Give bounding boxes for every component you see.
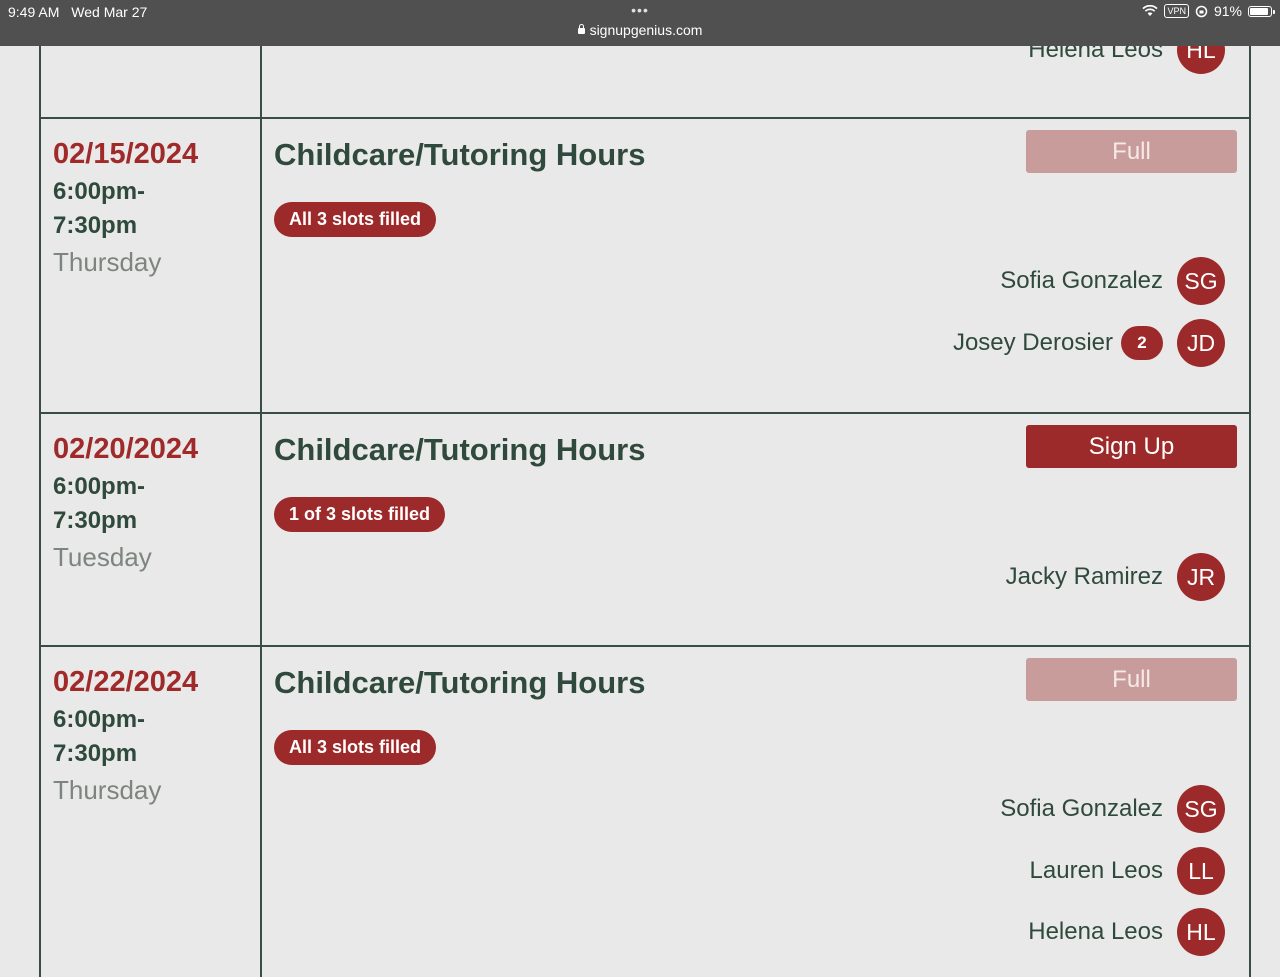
table-row: 02/15/2024 6:00pm- 7:30pm Thursday Child… <box>39 119 1251 414</box>
wifi-icon <box>1142 5 1159 16</box>
multitasking-dots-icon[interactable]: ••• <box>0 0 1280 20</box>
slot-time-start: 6:00pm- <box>53 178 146 205</box>
column-divider <box>260 647 262 977</box>
date-cell: 02/15/2024 6:00pm- 7:30pm Thursday <box>53 137 253 281</box>
date-cell: 02/22/2024 6:00pm- 7:30pm Thursday <box>53 665 253 809</box>
slot-date: 02/20/2024 <box>53 433 199 465</box>
slot-time-end: 7:30pm <box>53 212 138 239</box>
avatar: HL <box>1177 46 1225 74</box>
slot-day: Tuesday <box>53 542 152 572</box>
slot-date: 02/22/2024 <box>53 666 199 698</box>
participant-name: Helena Leos <box>1028 918 1163 945</box>
battery-level <box>1250 7 1269 15</box>
participant-name: Josey Derosier <box>952 329 1113 356</box>
status-indicators: VPN 91% <box>1142 3 1275 19</box>
date-cell: 02/20/2024 6:00pm- 7:30pm Tuesday <box>53 432 253 576</box>
slot-day: Thursday <box>53 247 162 277</box>
participant-name: Helena Leos <box>1028 46 1163 63</box>
slot-time-start: 6:00pm- <box>53 706 146 733</box>
participant: Helena Leos HL <box>1028 46 1225 74</box>
slots-status-badge: All 3 slots filled <box>274 730 437 765</box>
slot-title: Childcare/Tutoring Hours <box>274 665 646 700</box>
participant-name: Sofia Gonzalez <box>1000 267 1163 294</box>
sign-up-button[interactable]: Sign Up <box>1026 425 1237 468</box>
slot-day: Thursday <box>53 775 162 805</box>
slot-title: Childcare/Tutoring Hours <box>274 432 646 467</box>
slot-time-end: 7:30pm <box>53 740 138 767</box>
participant: Lauren Leos LL <box>1030 847 1225 895</box>
slot-title: Childcare/Tutoring Hours <box>274 137 646 172</box>
table-row: 02/22/2024 6:00pm- 7:30pm Thursday Child… <box>39 647 1251 977</box>
orientation-lock-icon <box>1195 5 1208 17</box>
participant: Jacky Ramirez JR <box>1006 553 1225 601</box>
participant: Sofia Gonzalez SG <box>1000 785 1225 833</box>
full-button: Full <box>1026 130 1237 173</box>
column-divider <box>260 414 262 645</box>
avatar: HL <box>1177 908 1225 956</box>
avatar: SG <box>1177 785 1225 833</box>
avatar: LL <box>1177 847 1225 895</box>
participant: Josey Derosier 2 JD <box>953 319 1225 367</box>
lock-icon <box>577 24 585 34</box>
slot-time-end: 7:30pm <box>53 507 138 534</box>
battery-percent: 91% <box>1213 3 1242 19</box>
vpn-badge: VPN <box>1164 4 1189 18</box>
slots-status-badge: All 3 slots filled <box>274 202 437 237</box>
table-row: Helena Leos HL <box>39 46 1251 119</box>
avatar: SG <box>1177 257 1225 305</box>
table-row: 02/20/2024 6:00pm- 7:30pm Tuesday Childc… <box>39 414 1251 647</box>
quantity-badge: 2 <box>1121 326 1163 360</box>
slots-status-badge: 1 of 3 slots filled <box>274 497 446 532</box>
full-button: Full <box>1026 658 1237 701</box>
avatar: JR <box>1177 553 1225 601</box>
status-bar: 9:49 AM Wed Mar 27 ••• signupgenius.com … <box>0 0 1280 46</box>
avatar: JD <box>1177 319 1225 367</box>
address-bar[interactable]: signupgenius.com <box>0 22 1280 38</box>
participant-name: Lauren Leos <box>1029 857 1163 884</box>
slot-date: 02/15/2024 <box>53 138 199 170</box>
participant: Sofia Gonzalez SG <box>1000 257 1225 305</box>
url-text: signupgenius.com <box>589 22 703 38</box>
signup-table: Helena Leos HL 02/15/2024 6:00pm- 7:30pm… <box>39 46 1251 977</box>
participant-name: Jacky Ramirez <box>1005 563 1163 590</box>
battery-icon <box>1248 5 1275 17</box>
participant: Helena Leos HL <box>1028 908 1225 956</box>
column-divider <box>260 46 262 117</box>
slot-time-start: 6:00pm- <box>53 473 146 500</box>
column-divider <box>260 119 262 412</box>
participant-name: Sofia Gonzalez <box>1000 795 1163 822</box>
